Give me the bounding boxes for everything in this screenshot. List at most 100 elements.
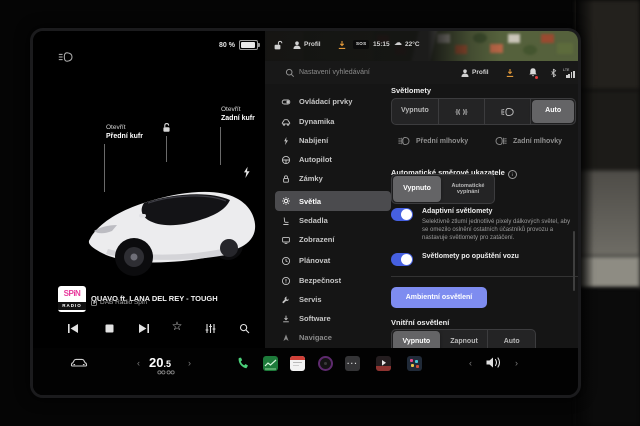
rear-trunk-action: Otevřít <box>221 106 255 114</box>
battery-status: 80 % <box>219 40 258 50</box>
sidebar-item-display[interactable]: Zobrazení <box>275 230 389 249</box>
sidebar-item-seats[interactable]: Sedadla <box>275 211 389 230</box>
rear-trunk-control[interactable]: Otevřít Zadní kufr <box>221 106 255 124</box>
software-update-icon[interactable] <box>337 40 347 50</box>
parking-lights-option[interactable] <box>439 99 485 124</box>
headlights-segmented-control: Vypnuto Auto <box>391 98 576 125</box>
battery-icon <box>239 40 258 50</box>
sidebar-item-service[interactable]: Servis <box>275 290 389 309</box>
sidebar-item-controls[interactable]: Ovládací prvky <box>275 92 389 111</box>
sidebar-item-schedule[interactable]: Plánovat <box>275 251 389 270</box>
calendar-app-icon[interactable] <box>290 356 305 371</box>
unlock-icon[interactable] <box>161 122 172 134</box>
adaptive-headlights-description: Selektivně ztlumí jednotlivé pixely dálk… <box>422 219 574 242</box>
tesla-touchscreen: 80 % Otevřít Přední kufr Otevřít Zadní k… <box>30 28 581 398</box>
arcade-app-icon[interactable] <box>407 356 422 371</box>
ambient-lighting-button[interactable]: Ambientní osvětlení <box>391 287 487 308</box>
low-beam-icon <box>499 107 515 117</box>
more-apps-icon[interactable]: ··· <box>345 356 360 371</box>
search-icon <box>285 68 295 78</box>
rear-fog-control[interactable]: Zadní mlhovky <box>494 136 562 146</box>
favorite-star-button[interactable]: ☆ <box>169 319 185 333</box>
car-icon <box>281 117 291 127</box>
lightning-icon <box>281 136 291 146</box>
after-exit-toggle[interactable] <box>391 253 413 266</box>
sidebar-item-lights[interactable]: Světla <box>275 191 391 211</box>
front-trunk-action: Otevřít <box>106 124 143 132</box>
turn-signals-off-option[interactable]: Vypnuto <box>393 176 441 202</box>
volume-down-chevron[interactable]: ‹ <box>469 358 472 368</box>
sidebar-item-navigation[interactable]: Navigace <box>275 328 389 347</box>
rear-fog-icon <box>494 136 508 146</box>
media-artwork[interactable]: SPiN RADIO <box>58 286 86 312</box>
station-logo-top: SPiN <box>58 286 86 302</box>
low-beam-option[interactable] <box>485 99 532 124</box>
bluetooth-icon[interactable] <box>549 68 558 78</box>
front-fog-control[interactable]: Přední mlhovky <box>397 136 468 146</box>
bottom-launcher-bar: ‹ 20.5 › ··· <box>33 348 578 395</box>
sidebar-item-safety[interactable]: Bezpečnost <box>275 271 389 290</box>
lock-status-icon <box>273 40 283 51</box>
settings-search-row: Nastavení vyhledávání Profil LTE <box>265 61 578 84</box>
charge-port-icon[interactable] <box>242 166 251 179</box>
profile-label[interactable]: Profil <box>304 41 321 48</box>
scrollbar[interactable] <box>573 231 575 291</box>
sidebar-item-locks[interactable]: Zámky <box>275 169 389 188</box>
rear-trunk-line <box>220 127 221 165</box>
stop-button[interactable] <box>101 321 117 335</box>
media-search-button[interactable] <box>236 321 252 335</box>
volume-up-chevron[interactable]: › <box>515 358 518 368</box>
phone-app-icon[interactable] <box>236 356 250 370</box>
front-fog-icon <box>397 136 411 146</box>
lock-icon <box>281 174 291 184</box>
download-icon <box>281 314 291 324</box>
after-exit-label: Světlomety po opuštění vozu <box>422 253 519 266</box>
car-launcher-icon[interactable] <box>69 356 89 370</box>
turn-signals-segmented-control: Vypnuto Automatické vypínání <box>391 174 495 204</box>
next-track-button[interactable] <box>136 321 152 335</box>
sidebar-item-dynamics[interactable]: Dynamika <box>275 112 389 131</box>
theater-app-icon[interactable] <box>376 356 391 371</box>
charts-app-icon[interactable] <box>263 356 278 371</box>
vehicle-render[interactable] <box>78 161 263 289</box>
station-logo-bottom: RADIO <box>58 302 86 310</box>
battery-percent: 80 % <box>219 42 235 49</box>
profile-icon[interactable] <box>292 40 302 50</box>
radio-source-icon <box>91 300 97 306</box>
turn-signals-auto-option[interactable]: Automatické vypínání <box>442 175 494 203</box>
software-update-icon[interactable] <box>505 68 515 78</box>
sidebar-item-software[interactable]: Software <box>275 309 389 328</box>
map-preview[interactable]: Profil SOS 15:15 ☁ 22°C <box>265 31 578 61</box>
interior-lighting-title: Vnitřní osvětlení <box>391 318 449 327</box>
music-app-icon[interactable] <box>318 356 333 371</box>
car-status-panel: 80 % Otevřít Přední kufr Otevřít Zadní k… <box>33 31 265 395</box>
after-exit-row: Světlomety po opuštění vozu <box>391 253 519 266</box>
cellular-signal-icon: LTE <box>563 68 576 78</box>
profile-label[interactable]: Profil <box>472 69 489 76</box>
info-icon[interactable]: i <box>508 170 517 179</box>
sidebar-item-autopilot[interactable]: Autopilot <box>275 150 389 169</box>
clock-icon <box>281 256 291 266</box>
temp-down-chevron[interactable]: ‹ <box>137 358 140 368</box>
toggle-icon <box>281 97 291 107</box>
front-fog-label: Přední mlhovky <box>416 138 468 145</box>
headlights-auto-option[interactable]: Auto <box>532 100 574 123</box>
parking-lights-icon <box>453 107 470 117</box>
rear-trunk-label: Zadní kufr <box>221 114 255 123</box>
wrench-icon <box>281 295 291 305</box>
search-input[interactable]: Nastavení vyhledávání <box>299 69 370 76</box>
profile-icon[interactable] <box>460 68 470 78</box>
sidebar-item-charging[interactable]: Nabíjení <box>275 131 389 150</box>
speaker-icon[interactable] <box>485 355 502 370</box>
headlights-title: Světlomety <box>391 86 431 95</box>
adaptive-headlights-toggle[interactable] <box>391 208 413 221</box>
equalizer-button[interactable] <box>202 321 218 335</box>
temp-up-chevron[interactable]: › <box>188 358 191 368</box>
headlights-off-option[interactable]: Vypnuto <box>392 99 439 124</box>
front-trunk-control[interactable]: Otevřít Přední kufr <box>106 124 143 142</box>
steering-wheel-icon <box>281 155 291 165</box>
previous-track-button[interactable] <box>65 321 81 335</box>
weather-cloud-icon: ☁ <box>394 38 402 47</box>
sos-badge: SOS <box>353 40 369 49</box>
light-icon <box>281 196 291 206</box>
